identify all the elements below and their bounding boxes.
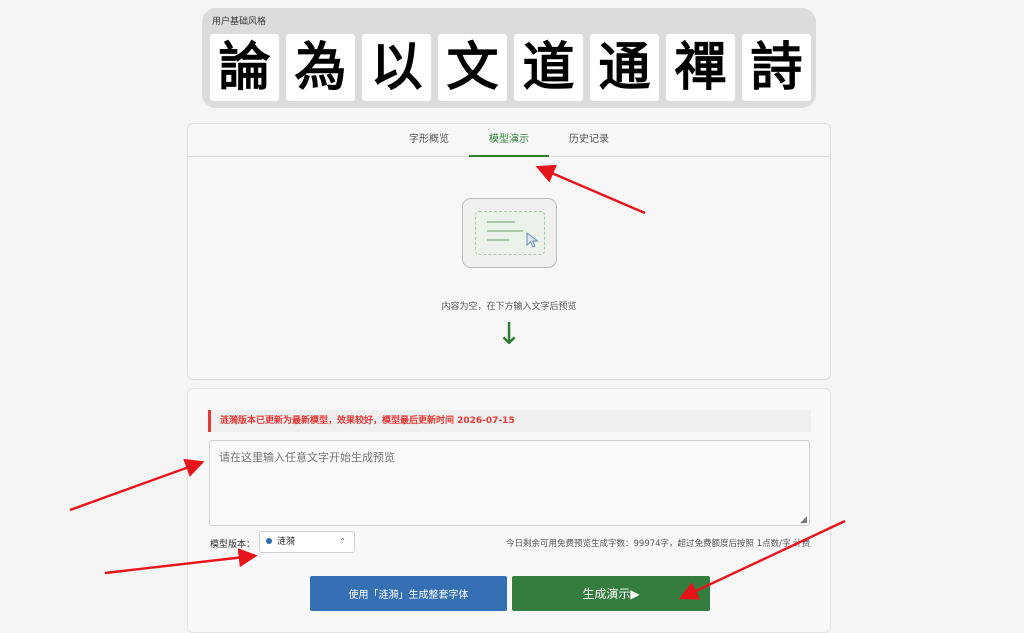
generate-demo-button[interactable]: 生成演示▶ <box>512 576 710 611</box>
model-dot-icon <box>266 537 272 544</box>
chevron-up-icon: ⌃ <box>339 537 346 546</box>
model-selected-value: 涟漪 <box>277 537 296 547</box>
tab-glyph-overview[interactable]: 字形概览 <box>389 124 469 156</box>
model-version-select[interactable]: 涟漪 ⌃ <box>259 531 355 553</box>
glyph-tile: 禪 <box>666 34 735 101</box>
glyph-tile: 論 <box>210 34 279 101</box>
text-input[interactable] <box>209 440 810 526</box>
document-cursor-icon <box>462 198 557 268</box>
user-style-label: 用户基础风格 <box>212 17 267 27</box>
glyph-tile: 為 <box>286 34 355 101</box>
down-arrow-icon: ↓ <box>496 317 522 352</box>
glyph-tile: 詩 <box>742 34 811 101</box>
resize-grip-icon[interactable]: ◢ <box>800 516 807 525</box>
user-style-panel: 用户基础风格 論 為 以 文 道 通 禪 詩 <box>202 8 816 108</box>
glyph-list: 論 為 以 文 道 通 禪 詩 <box>210 34 811 101</box>
empty-state-text: 内容为空，在下方输入文字后预览 <box>441 302 577 312</box>
quota-text: 今日剩余可用免费预览生成字数：99974字，超过免费额度后按照 1点数/字 计费 <box>506 539 811 549</box>
tab-history[interactable]: 历史记录 <box>549 124 629 156</box>
tab-bar: 字形概览 模型演示 历史记录 <box>188 124 830 157</box>
model-update-notice: 涟漪版本已更新为最新模型，效果较好，模型最后更新时间 2026-07-15 <box>208 410 811 432</box>
generate-full-font-button[interactable]: 使用「涟漪」生成整套字体 <box>310 576 507 611</box>
glyph-tile: 道 <box>514 34 583 101</box>
glyph-tile: 通 <box>590 34 659 101</box>
annotation-arrow-input <box>69 458 205 512</box>
input-panel: 涟漪版本已更新为最新模型，效果较好，模型最后更新时间 2026-07-15 ◢ … <box>187 388 831 633</box>
glyph-tile: 以 <box>362 34 431 101</box>
model-version-label: 模型版本： <box>210 540 256 550</box>
tab-model-demo[interactable]: 模型演示 <box>469 124 549 157</box>
preview-panel: 字形概览 模型演示 历史记录 内容为空，在下方输入文字后预览 ↓ <box>187 123 831 380</box>
glyph-tile: 文 <box>438 34 507 101</box>
